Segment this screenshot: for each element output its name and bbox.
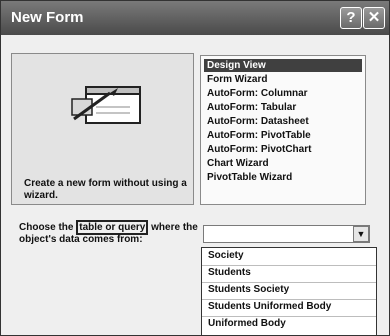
title-bar: New Form ? ✕ (1, 1, 389, 35)
form-type-list[interactable]: Design View Form Wizard AutoForm: Column… (200, 55, 366, 205)
option-design-view[interactable]: Design View (204, 59, 362, 72)
source-prompt-label: Choose the table or query where the obje… (19, 220, 198, 245)
dropdown-item-society[interactable]: Society (208, 248, 244, 264)
help-button[interactable]: ? (340, 7, 362, 29)
option-form-wizard[interactable]: Form Wizard (204, 73, 270, 86)
preview-panel: Create a new form without using a wizard… (11, 53, 194, 205)
option-autoform-columnar[interactable]: AutoForm: Columnar (204, 87, 311, 100)
option-chart-wizard[interactable]: Chart Wizard (204, 157, 272, 170)
option-autoform-pivottable[interactable]: AutoForm: PivotTable (204, 129, 314, 142)
dialog-title: New Form (11, 9, 84, 26)
source-dropdown-list[interactable]: Society Students Students Society Studen… (201, 247, 377, 335)
new-form-dialog: New Form ? ✕ Create a new form without u… (0, 0, 390, 336)
preview-description: Create a new form without using a wizard… (24, 178, 187, 201)
option-autoform-pivotchart[interactable]: AutoForm: PivotChart (204, 143, 314, 156)
dropdown-item-students-society[interactable]: Students Society (208, 282, 289, 298)
form-design-icon (71, 86, 141, 124)
option-autoform-datasheet[interactable]: AutoForm: Datasheet (204, 115, 312, 128)
source-combo[interactable]: ▼ (203, 225, 370, 243)
dropdown-item-uniformed-body[interactable]: Uniformed Body (208, 316, 286, 332)
dropdown-item-students[interactable]: Students (208, 265, 251, 281)
table-or-query-highlight: table or query (76, 220, 149, 235)
close-button[interactable]: ✕ (363, 7, 385, 29)
option-pivottable-wizard[interactable]: PivotTable Wizard (204, 171, 295, 184)
dropdown-item-students-uniformed-body[interactable]: Students Uniformed Body (208, 299, 331, 315)
option-autoform-tabular[interactable]: AutoForm: Tabular (204, 101, 299, 114)
chevron-down-icon[interactable]: ▼ (353, 226, 369, 242)
